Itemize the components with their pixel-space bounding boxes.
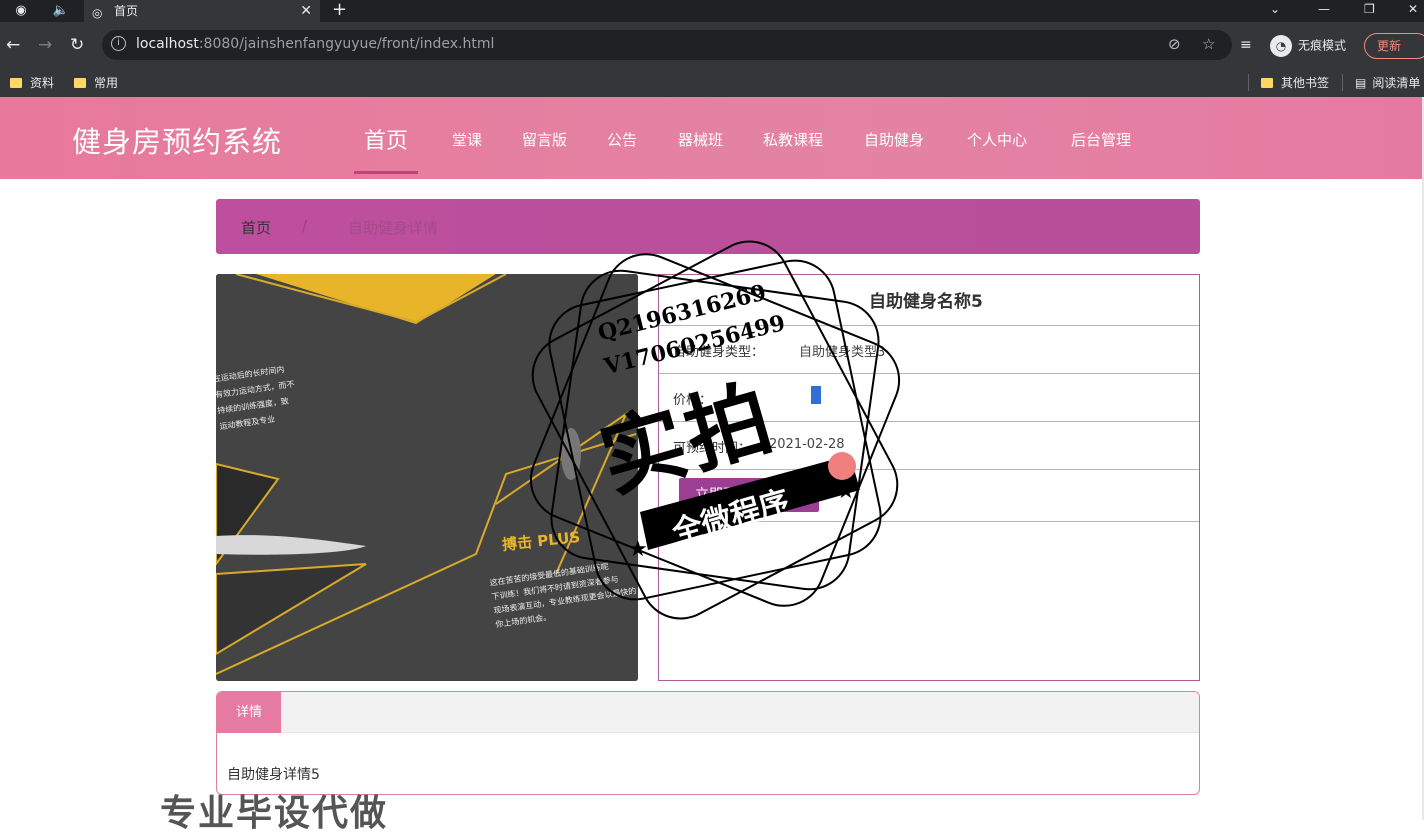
audio-icon[interactable]: 🔈 [52,2,70,20]
eye-off-icon[interactable]: ⊘ [1168,35,1181,53]
nav-notice[interactable]: 公告 [607,129,637,150]
detail-tabs: 详情 自助健身详情5 [216,691,1200,795]
poster-left-text: 在运动后的长时间内 有效力运动方式，而不 持续的训练强度，致 运动教程及专业 [216,364,296,432]
forward-icon[interactable]: → [38,34,52,56]
minimize-icon[interactable]: — [1318,0,1330,18]
tab-search-icon[interactable]: ⌄ [1270,0,1280,18]
folder-icon [1261,78,1273,88]
site-info-icon[interactable]: i [111,36,126,51]
new-tab-icon[interactable]: + [332,0,347,20]
site-logo[interactable]: 健身房预约系统 [72,119,282,161]
update-button[interactable]: 更新 [1364,33,1424,59]
nav-profile[interactable]: 个人中心 [967,129,1027,150]
svg-text:★: ★ [628,537,648,562]
folder-icon [10,78,22,88]
watermark-stamp: ★ ★ Q2196316269 V17060256499 实拍 全微程序 [520,240,910,630]
bookmark-folder-changyong[interactable]: 常用 [74,74,118,91]
site-header: 健身房预约系统 首页 堂课 留言版 公告 器械班 私教课程 自助健身 个人中心 … [0,97,1422,179]
restore-icon[interactable]: ❐ [1364,0,1375,18]
folder-icon [74,78,86,88]
reading-mode-icon[interactable]: ≡ [1240,34,1252,56]
close-tab-icon[interactable]: ✕ [300,0,312,22]
nav-private-course[interactable]: 私教课程 [763,129,823,150]
browser-tab-bar: ◉ 🔈 ◎ 首页 ✕ + ⌄ — ❐ ✕ [0,0,1424,22]
bookmark-folder-ziliao[interactable]: 资料 [10,74,54,91]
back-icon[interactable]: ← [6,34,20,56]
incognito-icon: ◔ [1270,35,1292,57]
breadcrumb-current: 自助健身详情 [348,219,439,237]
tab-details[interactable]: 详情 [217,692,281,733]
incognito-indicator[interactable]: ◔ 无痕模式 [1270,35,1346,57]
browser-tab[interactable]: ◎ 首页 ✕ [84,0,320,22]
svg-text:★: ★ [836,479,856,504]
close-window-icon[interactable]: ✕ [1408,0,1418,18]
nav-admin[interactable]: 后台管理 [1071,129,1131,150]
nav-equipment[interactable]: 器械班 [678,129,723,150]
nav-messages[interactable]: 留言版 [522,129,567,150]
tab-details-content: 自助健身详情5 [227,767,320,783]
reload-icon[interactable]: ↻ [70,34,84,56]
reading-list-icon: ▤ [1355,76,1367,90]
url-text[interactable]: localhost:8080/jainshenfangyuyue/front/i… [136,36,494,52]
nav-active-indicator [354,171,418,174]
watermark-bottom-text: 专业毕设代做 [160,793,389,834]
bookmarks-bar: 资料 常用 其他书签 ▤ 阅读清单 [0,68,1424,97]
tabs-header: 详情 [217,692,1199,733]
breadcrumb-separator: / [302,217,308,235]
other-bookmarks[interactable]: 其他书签 [1248,74,1329,91]
browser-menu-icon[interactable]: ◉ [12,2,30,20]
reading-list[interactable]: ▤ 阅读清单 [1342,74,1420,91]
nav-classes[interactable]: 堂课 [452,129,482,150]
address-bar[interactable]: i localhost:8080/jainshenfangyuyue/front… [102,30,1232,60]
breadcrumb-home[interactable]: 首页 [241,217,271,238]
nav-self-fitness[interactable]: 自助健身 [864,129,924,150]
star-icon[interactable]: ☆ [1202,35,1215,53]
browser-toolbar: ← → ↻ i localhost:8080/jainshenfangyuyue… [0,22,1424,68]
browser-tab-title: 首页 [114,4,139,18]
globe-icon: ◎ [92,6,103,20]
nav-home[interactable]: 首页 [364,123,408,155]
